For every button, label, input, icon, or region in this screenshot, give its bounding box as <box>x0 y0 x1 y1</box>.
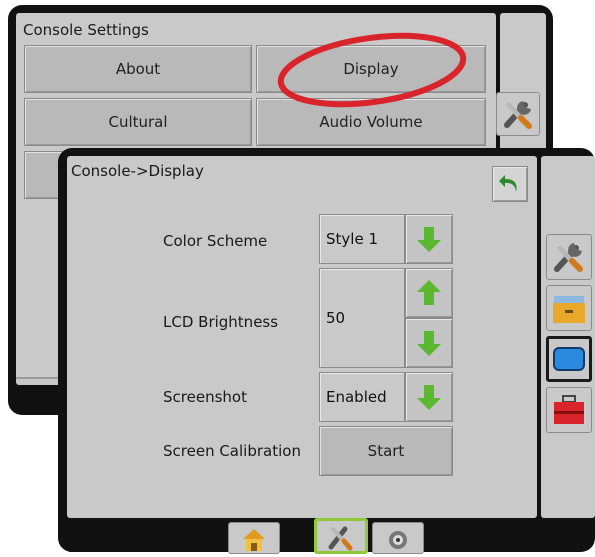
camera-tab[interactable] <box>372 522 424 554</box>
page-title: Console Settings <box>23 21 149 39</box>
arrow-up-icon <box>417 280 441 305</box>
home-tab[interactable] <box>228 522 280 554</box>
wrench-screwdriver-icon <box>504 101 532 129</box>
tools-tab[interactable] <box>546 234 592 280</box>
screen-calibration-label: Screen Calibration <box>163 442 301 460</box>
screenshot-down-button[interactable] <box>405 372 453 422</box>
arrow-down-icon <box>417 385 441 410</box>
color-scheme-down-button[interactable] <box>405 214 453 264</box>
screenshot-value: Enabled <box>319 372 405 422</box>
camera-icon <box>389 531 407 549</box>
toolbox-tab[interactable] <box>546 387 592 433</box>
screenshot-label: Screenshot <box>163 388 247 406</box>
back-arrow-icon <box>499 175 517 192</box>
cultural-button[interactable]: Cultural <box>24 98 252 146</box>
wrench-screwdriver-icon <box>554 243 583 272</box>
display-icon <box>553 347 585 371</box>
settings-tools-tab[interactable] <box>496 92 540 136</box>
tools-icon <box>328 526 353 551</box>
color-scheme-value: Style 1 <box>319 214 405 264</box>
lcd-brightness-label: LCD Brightness <box>163 313 279 331</box>
arrow-down-icon <box>417 227 441 252</box>
screen-title: Console->Display <box>71 162 204 180</box>
tools-bottom-tab[interactable] <box>314 518 368 554</box>
files-tab[interactable] <box>546 285 592 331</box>
lcd-brightness-up-button[interactable] <box>405 268 453 318</box>
home-icon <box>243 529 265 551</box>
console-display-panel <box>67 156 537 518</box>
color-scheme-label: Color Scheme <box>163 232 268 250</box>
about-button[interactable]: About <box>24 45 252 93</box>
bottom-tab-bar <box>67 522 537 552</box>
lcd-brightness-down-button[interactable] <box>405 318 453 368</box>
arrow-down-icon <box>417 331 441 356</box>
screen-calibration-start-button[interactable]: Start <box>319 426 453 476</box>
display-tab[interactable] <box>546 336 592 382</box>
display-highlight-circle <box>277 32 467 108</box>
back-button[interactable] <box>492 166 528 202</box>
toolbox-icon <box>554 395 584 424</box>
folder-icon <box>553 296 585 323</box>
lcd-brightness-value: 50 <box>319 268 405 368</box>
